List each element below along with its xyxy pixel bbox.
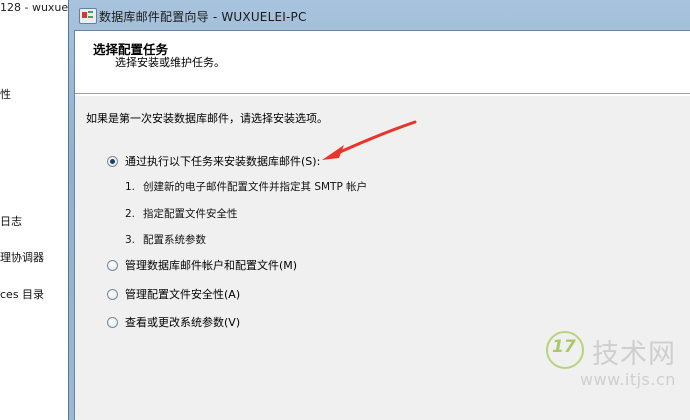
step-text: 指定配置文件安全性: [143, 208, 238, 220]
step-text: 配置系统参数: [143, 234, 206, 246]
database-mail-icon: [79, 8, 97, 24]
background-list-item[interactable]: 日志: [0, 213, 22, 229]
option-profile-security-label[interactable]: 管理配置文件安全性(A): [125, 286, 240, 302]
option-manage-accounts[interactable]: 管理数据库邮件帐户和配置文件(M): [107, 257, 297, 273]
radio-install[interactable]: [107, 155, 118, 167]
option-install-label[interactable]: 通过执行以下任务来安装数据库邮件(S):: [125, 153, 320, 169]
step-number: 2.: [125, 208, 136, 220]
step-number: 1.: [125, 181, 136, 193]
wizard-dialog: 数据库邮件配置向导 - WUXUELEI-PC 选择配置任务 选择安装或维护任务…: [68, 0, 690, 420]
step-number: 3.: [125, 234, 136, 246]
step-item: 2. 指定配置文件安全性: [125, 206, 238, 221]
step-item: 3. 配置系统参数: [125, 232, 206, 247]
option-install[interactable]: 通过执行以下任务来安装数据库邮件(S):: [107, 153, 320, 169]
option-system-parameters-label[interactable]: 查看或更改系统参数(V): [125, 314, 240, 330]
step-text: 创建新的电子邮件配置文件并指定其 SMTP 帐户: [143, 181, 368, 193]
option-system-parameters[interactable]: 查看或更改系统参数(V): [107, 314, 240, 330]
option-profile-security[interactable]: 管理配置文件安全性(A): [107, 286, 240, 302]
annotation-arrow: [322, 120, 417, 160]
dialog-titlebar[interactable]: 数据库邮件配置向导 - WUXUELEI-PC: [69, 0, 690, 30]
instruction-text: 如果是第一次安装数据库邮件，请选择安装选项。: [86, 112, 328, 125]
radio-profile-security[interactable]: [107, 288, 118, 300]
background-list-item[interactable]: ces 目录: [0, 286, 44, 302]
option-manage-accounts-label[interactable]: 管理数据库邮件帐户和配置文件(M): [125, 257, 297, 273]
dialog-client-area: 选择配置任务 选择安装或维护任务。 如果是第一次安装数据库邮件，请选择安装选项。…: [74, 30, 690, 420]
background-list-item[interactable]: 理协调器: [0, 249, 44, 265]
dialog-title: 数据库邮件配置向导 - WUXUELEI-PC: [99, 10, 307, 24]
step-item: 1. 创建新的电子邮件配置文件并指定其 SMTP 帐户: [125, 179, 367, 194]
background-list-item[interactable]: 性: [0, 86, 11, 102]
wizard-header: 选择配置任务 选择安装或维护任务。: [75, 31, 690, 94]
radio-system-parameters[interactable]: [107, 316, 118, 328]
page-subtitle: 选择安装或维护任务。: [115, 56, 225, 69]
background-window-title: 128 - wuxuelei (WUXUEL...: [0, 1, 72, 14]
background-window: 128 - wuxuelei (WUXUEL... 性 日志 理协调器 ces …: [0, 0, 72, 406]
radio-manage-accounts[interactable]: [107, 259, 118, 271]
